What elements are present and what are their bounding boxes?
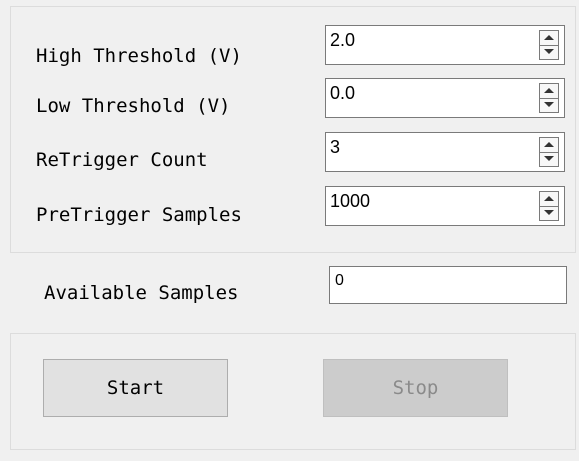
spin-down-icon[interactable] [540,98,558,112]
pretrigger-samples-label: PreTrigger Samples [36,204,242,226]
pretrigger-samples-value[interactable]: 1000 [330,190,370,212]
spin-down-icon[interactable] [540,206,558,220]
retrigger-count-spin-buttons[interactable] [539,137,559,167]
stop-button[interactable]: Stop [323,359,508,417]
retrigger-count-spinbox[interactable]: 3 [325,132,565,172]
retrigger-count-label: ReTrigger Count [36,149,208,171]
spin-up-icon[interactable] [540,84,558,99]
low-threshold-value[interactable]: 0.0 [330,82,355,104]
high-threshold-value[interactable]: 2.0 [330,29,355,51]
low-threshold-spinbox[interactable]: 0.0 [325,78,565,118]
spin-up-icon[interactable] [540,192,558,207]
low-threshold-spin-buttons[interactable] [539,83,559,113]
high-threshold-label: High Threshold (V) [36,45,242,67]
available-samples-label: Available Samples [44,282,239,304]
retrigger-count-value[interactable]: 3 [330,136,340,158]
spin-up-icon[interactable] [540,138,558,153]
available-samples-value[interactable]: 0 [335,271,344,291]
spin-up-icon[interactable] [540,31,558,46]
high-threshold-spin-buttons[interactable] [539,30,559,60]
available-samples-field[interactable]: 0 [329,266,567,304]
low-threshold-label: Low Threshold (V) [36,95,231,117]
pretrigger-samples-spinbox[interactable]: 1000 [325,186,565,226]
spin-down-icon[interactable] [540,152,558,166]
spin-down-icon[interactable] [540,45,558,59]
start-button[interactable]: Start [43,359,228,417]
high-threshold-spinbox[interactable]: 2.0 [325,25,565,65]
pretrigger-samples-spin-buttons[interactable] [539,191,559,221]
